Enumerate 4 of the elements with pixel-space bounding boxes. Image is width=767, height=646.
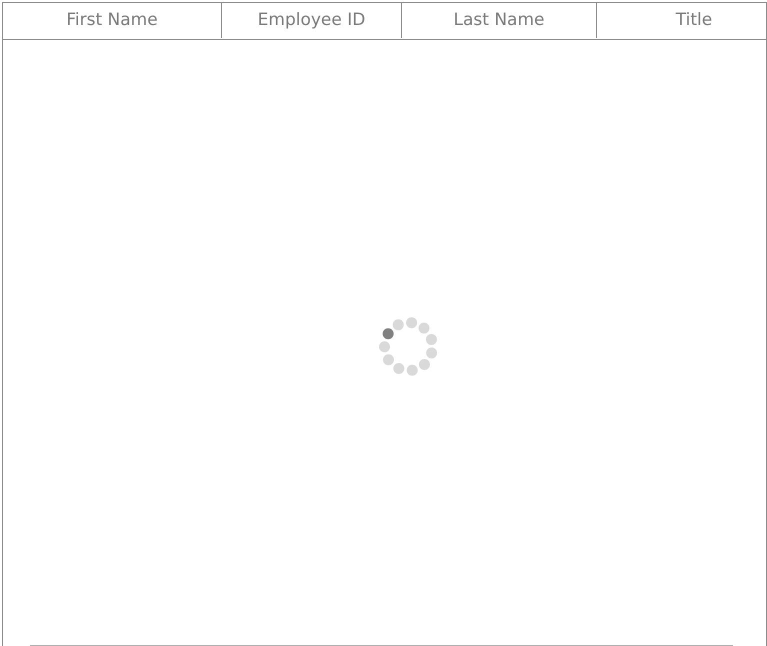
column-header[interactable]: Employee ID — [222, 3, 402, 38]
column-header[interactable]: Last Name — [402, 3, 597, 38]
column-header[interactable]: Title — [597, 3, 766, 38]
column-header[interactable]: First Name — [3, 3, 222, 38]
